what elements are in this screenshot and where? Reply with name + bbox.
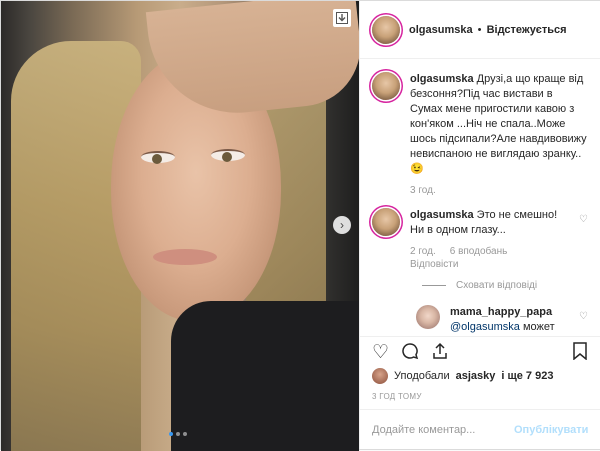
photo-eye-right: [211, 149, 245, 162]
photo-eye-left: [141, 151, 175, 164]
share-icon[interactable]: [431, 342, 449, 364]
post-header: olgasumska • Відстежується: [360, 1, 600, 59]
comment-username[interactable]: olgasumska: [410, 209, 474, 221]
photo-shirt: [171, 301, 359, 451]
reply-link[interactable]: Відповісти: [410, 259, 588, 270]
post-photo[interactable]: ›: [1, 1, 359, 451]
caption-username[interactable]: olgasumska: [410, 73, 474, 85]
caption-text: Друзі,а що краще від безсоння?Під час ви…: [410, 73, 587, 175]
likes-summary[interactable]: Уподобали asjasky і ще 7 923: [372, 368, 553, 384]
reply-row: mama_happy_papa @olgasumska может перево…: [416, 305, 588, 334]
chevron-right-icon: ›: [340, 218, 344, 232]
action-bar: ♡: [360, 336, 600, 368]
comment-like-icon[interactable]: ♡: [579, 208, 588, 238]
download-arrow-icon: [336, 12, 348, 24]
heart-icon[interactable]: ♡: [372, 343, 389, 362]
comment-input[interactable]: [372, 423, 514, 436]
comment-time[interactable]: 2 год.: [410, 246, 436, 257]
comment-meta: 2 год. 6 вподобань: [410, 246, 588, 257]
carousel-dots: [169, 432, 187, 436]
hide-replies-label: Сховати відповіді: [456, 280, 538, 291]
hide-replies-toggle[interactable]: Сховати відповіді: [422, 280, 588, 291]
liker-avatar: [372, 368, 388, 384]
reply-username[interactable]: mama_happy_papa: [450, 306, 552, 318]
add-comment-bar: Опублікувати: [360, 409, 600, 449]
comment-likes[interactable]: 6 вподобань: [450, 246, 508, 257]
carousel-next-button[interactable]: ›: [333, 216, 351, 234]
comment-avatar[interactable]: [372, 208, 400, 236]
comments-list: olgasumska Друзі,а що краще від безсоння…: [360, 60, 600, 334]
author-username[interactable]: olgasumska: [409, 24, 473, 36]
liker-username[interactable]: asjasky: [456, 370, 496, 382]
reply-body: mama_happy_papa @olgasumska может перево…: [450, 305, 569, 334]
likes-prefix: Уподобали: [394, 370, 450, 382]
photo-lips: [153, 249, 217, 265]
download-icon[interactable]: [333, 9, 351, 27]
follow-status-button[interactable]: Відстежується: [487, 24, 567, 36]
reply-like-icon[interactable]: ♡: [579, 305, 588, 334]
comment-icon[interactable]: [401, 342, 419, 364]
author-avatar[interactable]: [372, 15, 400, 44]
likes-count[interactable]: і ще 7 923: [501, 370, 553, 382]
caption-body: olgasumska Друзі,а що краще від безсоння…: [410, 72, 588, 177]
caption-avatar[interactable]: [372, 72, 400, 100]
reply-mention[interactable]: @olgasumska: [450, 321, 520, 333]
caption-meta: 3 год.: [410, 185, 588, 196]
bookmark-icon[interactable]: [572, 341, 588, 364]
header-line: olgasumska • Відстежується: [409, 24, 567, 36]
header-separator: •: [477, 23, 482, 36]
post-comment-button[interactable]: Опублікувати: [514, 424, 588, 436]
caption-time[interactable]: 3 год.: [410, 185, 436, 196]
post-timestamp[interactable]: 3 ГОД ТОМУ: [372, 392, 422, 401]
reply-avatar[interactable]: [416, 305, 440, 329]
comment-body: olgasumska Это не смешно!Ни в одном глаз…: [410, 208, 569, 238]
carousel-dot: [183, 432, 187, 436]
instagram-post: › olgasumska • Відстежується olgasumska …: [0, 0, 600, 451]
comment-row: olgasumska Это не смешно!Ни в одном глаз…: [372, 208, 588, 238]
carousel-dot: [176, 432, 180, 436]
post-side-panel: olgasumska • Відстежується olgasumska Др…: [359, 1, 600, 449]
caption-comment: olgasumska Друзі,а що краще від безсоння…: [372, 72, 588, 177]
replies-line: [422, 285, 446, 286]
carousel-dot-active: [169, 432, 173, 436]
